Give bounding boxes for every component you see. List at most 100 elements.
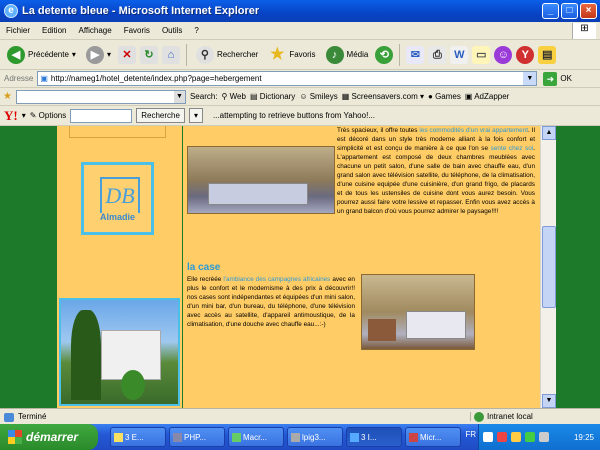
games-link[interactable]: ● Games (428, 92, 461, 101)
logo-monogram: DB (100, 177, 140, 213)
almadie-logo: DB Almadie (81, 162, 154, 235)
tray-icon[interactable] (497, 432, 507, 442)
clock: 19:25 (573, 432, 594, 442)
language-indicator[interactable]: FR (465, 430, 476, 439)
microsoft-icon (409, 432, 418, 442)
menu-edition[interactable]: Edition (42, 26, 66, 35)
tray-icon[interactable] (483, 432, 493, 442)
dictionary-label: Dictionary (259, 92, 296, 101)
left-top-box (69, 126, 166, 138)
close-button[interactable]: × (580, 3, 597, 19)
stop-icon[interactable]: ✕ (117, 45, 136, 64)
go-button[interactable]: ➜ OK (543, 71, 572, 86)
window-title: La detente bleue - Microsoft Internet Ex… (22, 5, 260, 17)
messenger-icon[interactable]: ☺ (494, 45, 513, 64)
commodites-link[interactable]: les commodités d'un vrai appartement (419, 127, 528, 134)
web-link[interactable]: ⚲ Web (222, 92, 246, 101)
tray-icon[interactable] (511, 432, 521, 442)
yahoo-search-button[interactable]: Recherche (136, 108, 185, 123)
note-icon[interactable]: ▭ (472, 45, 491, 64)
scroll-up-icon[interactable]: ▲ (542, 126, 556, 140)
maximize-button[interactable]: □ (561, 3, 578, 19)
task-label: Micr... (420, 432, 442, 442)
options-button[interactable]: ✎ Options (30, 111, 67, 120)
p2-text-a: Elle recrèée (187, 276, 224, 283)
menu-bar: Fichier Edition Affichage Favoris Outils… (0, 22, 600, 40)
taskbar-item[interactable]: 3 I... (346, 427, 402, 447)
adzapper-link[interactable]: ▣ AdZapper (465, 92, 509, 101)
mail-icon[interactable]: ✉ (406, 45, 425, 64)
yahoo-messenger-icon[interactable]: Y (516, 45, 535, 64)
search-button[interactable]: ⚲ Rechercher (193, 44, 261, 66)
task-label: PHP... (184, 432, 207, 442)
system-tray: 19:25 (478, 424, 600, 450)
bed (406, 311, 466, 339)
forward-arrow-icon: ▶ (85, 45, 104, 64)
folder-icon[interactable]: ▤ (538, 45, 557, 64)
yahoo-logo[interactable]: Y! (4, 108, 18, 124)
menu-affichage[interactable]: Affichage (78, 26, 111, 35)
ie-icon: e (4, 4, 18, 18)
yahoo-status-text: ...attempting to retrieve buttons from Y… (212, 111, 375, 120)
logo-name: Almadie (99, 212, 135, 222)
title-bar: e La detente bleue - Microsoft Internet … (0, 0, 600, 22)
folder-icon (114, 432, 123, 442)
address-input[interactable]: ▣ http://nameg1/hotel_detente/index.php?… (37, 71, 538, 86)
taskbar-item[interactable]: PHP... (169, 427, 225, 447)
yahoo-search-dropdown[interactable]: ▾ (188, 108, 203, 123)
p1-text-c: . L'appartement est composé de deux cham… (337, 145, 535, 215)
status-text: Terminé (0, 412, 470, 422)
dictionary-link[interactable]: ▤ Dictionary (250, 92, 295, 101)
menu-favoris[interactable]: Favoris (124, 26, 150, 35)
taskbar-item[interactable]: 3 E... (110, 427, 166, 447)
start-button[interactable]: démarrer (0, 424, 98, 450)
favorites-button[interactable]: ★ Favoris (265, 44, 318, 66)
menu-fichier[interactable]: Fichier (6, 26, 30, 35)
history-icon[interactable]: ⟲ (375, 45, 394, 64)
tray-icon[interactable] (525, 432, 535, 442)
forward-button[interactable]: ▶ ▾ (83, 44, 114, 66)
go-label: OK (560, 74, 572, 83)
print-icon[interactable]: ⎙ (428, 45, 447, 64)
adzapper-label: AdZapper (474, 92, 510, 101)
task-label: 3 E... (125, 432, 144, 442)
home-icon[interactable]: ⌂ (161, 45, 180, 64)
media-icon: ♪ (325, 45, 344, 64)
left-column: DB Almadie (57, 126, 182, 408)
task-label: 3 I... (361, 432, 377, 442)
back-button[interactable]: ◀ Précédente ▾ (4, 44, 79, 66)
screensavers-link[interactable]: ▦ Screensavers.com ▾ (342, 92, 424, 101)
menu-outils[interactable]: Outils (162, 26, 182, 35)
toolbar-separator (185, 43, 187, 66)
minimize-button[interactable]: _ (542, 3, 559, 19)
chez-soi-link[interactable]: sente chez soi (491, 145, 534, 152)
word-icon[interactable]: W (450, 45, 469, 64)
case-description: Elle recrèée l'ambiance des campagnes af… (187, 275, 355, 329)
menu-help[interactable]: ? (194, 26, 198, 35)
toolbar-separator (399, 43, 401, 66)
links-search-input[interactable]: ▼ (15, 89, 186, 104)
toolbar: ◀ Précédente ▾ ▶ ▾ ✕ ↻ ⌂ ⚲ Rechercher ★ … (0, 40, 600, 70)
search-icon: ⚲ (195, 45, 214, 64)
hotel-photo (59, 298, 180, 406)
refresh-icon[interactable]: ↻ (139, 45, 158, 64)
campagnes-link[interactable]: l'ambiance des campagnes africaines (223, 276, 330, 283)
right-margin (556, 126, 600, 408)
taskbar-item[interactable]: lpig3... (287, 427, 343, 447)
volume-icon[interactable] (539, 432, 549, 442)
media-button[interactable]: ♪ Média (323, 44, 372, 66)
apartment-photo (187, 146, 335, 214)
search-dropdown-icon[interactable]: ▼ (173, 90, 185, 103)
taskbar-item[interactable]: Macr... (228, 427, 284, 447)
scroll-down-icon[interactable]: ▼ (542, 394, 556, 408)
address-dropdown-icon[interactable]: ▼ (523, 72, 537, 85)
smileys-link[interactable]: ☺ Smileys (299, 92, 337, 101)
address-bar: Adresse ▣ http://nameg1/hotel_detente/in… (0, 70, 600, 88)
yahoo-menu-icon[interactable]: ▾ (22, 111, 26, 120)
vertical-scrollbar[interactable]: ▲ ▼ (540, 126, 556, 408)
case-heading: la case (187, 262, 221, 273)
taskbar-item[interactable]: Micr... (405, 427, 461, 447)
yahoo-search-input[interactable] (70, 108, 133, 123)
scroll-thumb[interactable] (542, 226, 556, 308)
php-icon (173, 432, 182, 442)
